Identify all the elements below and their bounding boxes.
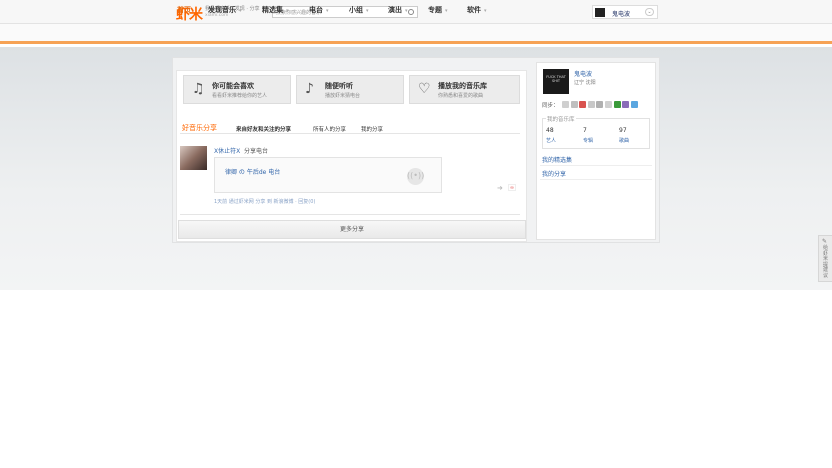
divider	[540, 179, 652, 180]
caret-icon: ▾	[405, 8, 408, 14]
profile-name[interactable]: 鬼电波	[574, 69, 592, 78]
stat-albums-count: 7	[583, 127, 587, 134]
feedback-label: 给虾米提建议	[823, 245, 829, 279]
feature-random-listen[interactable]: ♪ 随便听听 播放虾米猜电台	[296, 75, 404, 104]
nav-label: 演出	[388, 6, 402, 14]
nav-item-collections[interactable]: 精选集 ▾	[262, 5, 289, 15]
stat-artists-link[interactable]: 艺人	[546, 137, 556, 144]
search-icon[interactable]	[408, 9, 414, 15]
main-nav	[0, 24, 832, 44]
profile-location: 辽宁 沈阳	[574, 80, 596, 86]
nav-label: 精选集	[262, 6, 283, 14]
user-menu[interactable]: 鬼电波 ⌄	[592, 5, 658, 19]
nav-label: 首页	[177, 6, 191, 14]
feedback-icon: ✎	[822, 238, 828, 245]
nav-label: 专题	[428, 6, 442, 14]
nav-item-shows[interactable]: 演出 ▾	[388, 5, 408, 15]
douban-icon[interactable]	[579, 101, 587, 108]
play-icon[interactable]: ((•))	[407, 168, 424, 185]
weibo-icon[interactable]: ∞	[508, 184, 516, 191]
stat-songs-count: 97	[619, 127, 627, 134]
caret-icon: ▾	[326, 8, 329, 14]
sina-icon[interactable]	[562, 101, 569, 108]
nav-item-software[interactable]: 软件 ▾	[467, 5, 487, 15]
tab-friends-shares[interactable]: 来自好友和关注的分享	[236, 125, 291, 133]
post-user-link[interactable]: X休止符X	[214, 146, 240, 155]
shared-radio-card: 律卿 の 午后de 电台 ((•))	[214, 157, 442, 193]
nav-label: 电台	[309, 6, 323, 14]
nav-label: 发现音乐	[208, 6, 236, 14]
nav-label: 小组	[349, 6, 363, 14]
sohu-icon[interactable]	[622, 101, 630, 108]
feature-title: 你可能会喜欢	[212, 82, 254, 90]
profile-avatar[interactable]: FUCK THAT SHIT	[543, 69, 569, 94]
nav-item-radio[interactable]: 电台 ▾	[309, 5, 329, 15]
share-tabs	[180, 120, 520, 134]
renren-icon[interactable]	[570, 101, 578, 108]
caret-icon: ▾	[445, 8, 448, 14]
caret-icon: ▾	[286, 8, 289, 14]
tencent-icon[interactable]	[596, 101, 604, 108]
qzone-icon[interactable]	[587, 101, 595, 108]
feature-title: 随便听听	[325, 82, 353, 90]
nav-item-discover[interactable]: 发现音乐 ▾	[208, 5, 242, 15]
stat-artists-count: 48	[546, 127, 554, 134]
chevron-down-icon[interactable]: ⌄	[645, 8, 654, 16]
share-section-title: 好音乐分享	[182, 124, 217, 132]
nav-item-topics[interactable]: 专题 ▾	[428, 5, 448, 15]
heart-wifi-icon: ♡	[418, 81, 431, 97]
music-note-icon: ♫	[192, 81, 205, 97]
nav-item-groups[interactable]: 小组 ▾	[349, 5, 369, 15]
feature-desc: 你熟悉和喜爱的歌曲	[438, 93, 484, 99]
divider	[540, 165, 652, 166]
post-meta[interactable]: 1天前 通过虾米网 分享 到 新浪微博 · 回复(0)	[214, 198, 315, 205]
headphone-icon: ♪	[305, 81, 314, 97]
feature-desc: 看看虾米推荐给你的艺人	[212, 93, 268, 99]
tab-my-shares[interactable]: 我的分享	[361, 125, 383, 133]
stat-songs-link[interactable]: 歌曲	[619, 137, 629, 144]
post-avatar[interactable]	[180, 146, 207, 170]
my-collections-link[interactable]: 我的精选集	[542, 155, 572, 164]
share-arrow-icon[interactable]: ➜	[497, 184, 503, 192]
nav-item-home[interactable]: 首页	[177, 5, 191, 15]
nav-label: 软件	[467, 6, 481, 14]
caret-icon: ▾	[484, 8, 487, 14]
user-name[interactable]: 鬼电波	[612, 9, 630, 18]
feature-play-library[interactable]: ♡ 播放我的音乐库 你熟悉和喜爱的歌曲	[409, 75, 520, 104]
twitter-icon[interactable]	[630, 101, 638, 108]
caret-icon: ▾	[366, 8, 369, 14]
caret-icon: ▾	[239, 8, 242, 14]
stat-albums-link[interactable]: 专辑	[583, 137, 593, 144]
post-action: 分享电台	[244, 148, 269, 155]
kaixin-icon[interactable]	[605, 101, 612, 108]
library-label: 我的音乐库	[546, 115, 576, 123]
tab-all-shares[interactable]: 所有人的分享	[313, 125, 346, 133]
avatar	[595, 8, 605, 17]
feedback-tab[interactable]: ✎ 给虾米提建议	[818, 235, 832, 282]
more-shares-button[interactable]: 更多分享	[178, 220, 526, 239]
feature-title: 播放我的音乐库	[438, 82, 487, 90]
sync-label: 同步：	[542, 103, 559, 109]
radio-title-link[interactable]: 律卿 の 午后de 电台	[225, 167, 280, 176]
feature-you-may-like[interactable]: ♫ 你可能会喜欢 看看虾米推荐给你的艺人	[183, 75, 291, 104]
my-shares-link[interactable]: 我的分享	[542, 169, 566, 178]
netease-icon[interactable]	[613, 101, 621, 108]
feature-desc: 播放虾米猜电台	[325, 93, 361, 99]
divider	[180, 214, 520, 215]
